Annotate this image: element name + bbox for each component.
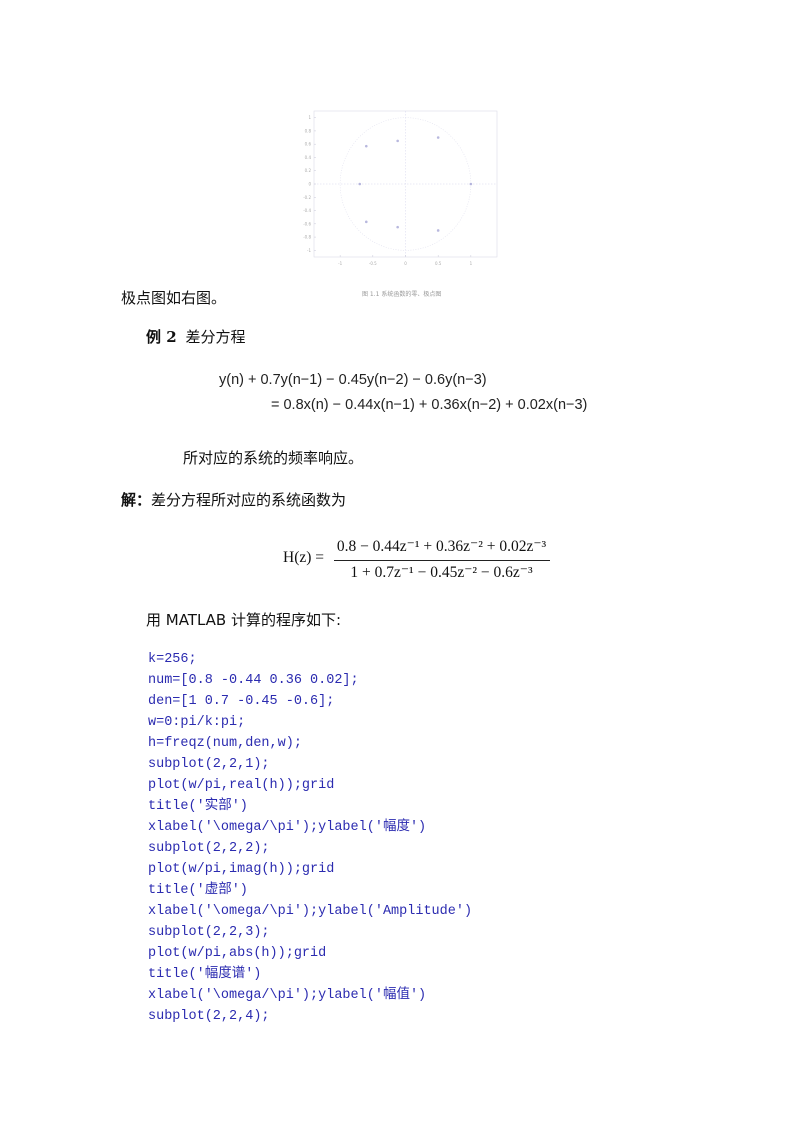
transfer-function-denominator: 1 + 0.7z⁻¹ − 0.45z⁻² − 0.6z⁻³ bbox=[350, 564, 533, 581]
x-tick-label: 0.5 bbox=[435, 261, 442, 266]
pole-zero-point bbox=[364, 144, 368, 148]
solution-line: 解：差分方程所对应的系统函数为 bbox=[121, 490, 346, 510]
code-line: title('幅度谱') bbox=[148, 967, 262, 982]
difference-equation-line-2: = 0.8x(n) − 0.44x(n−1) + 0.36x(n−2) + 0.… bbox=[271, 397, 588, 413]
x-tick-label: -1 bbox=[338, 261, 342, 266]
solution-text: 差分方程所对应的系统函数为 bbox=[151, 491, 347, 509]
paragraph-frequency-response: 所对应的系统的频率响应。 bbox=[183, 449, 364, 467]
code-line: title('虚部') bbox=[148, 883, 248, 898]
solution-label: 解： bbox=[121, 491, 152, 509]
code-line: h=freqz(num,den,w); bbox=[148, 736, 302, 751]
paragraph-matlab-intro: 用 MATLAB 计算的程序如下: bbox=[146, 611, 342, 629]
code-line: subplot(2,2,3); bbox=[148, 925, 270, 940]
code-line: xlabel('\omega/\pi');ylabel('幅度') bbox=[148, 820, 427, 835]
code-line: k=256; bbox=[148, 652, 197, 667]
fraction-bar bbox=[334, 560, 550, 561]
pole-zero-point bbox=[469, 182, 473, 186]
y-tick-label: 1 bbox=[308, 115, 311, 120]
x-tick-label: -0.5 bbox=[369, 261, 377, 266]
code-line: plot(w/pi,abs(h));grid bbox=[148, 946, 327, 961]
code-line: title('实部') bbox=[148, 799, 248, 814]
pole-zero-point bbox=[358, 182, 362, 186]
example-label: 例 2 bbox=[146, 328, 177, 346]
code-line: den=[1 0.7 -0.45 -0.6]; bbox=[148, 694, 335, 709]
pole-zero-plot: -1 -0.5 0 0.5 1 1 0.8 0.6 0.4 0.2 0 -0.2 -0.4 -0.6 -0.… bbox=[303, 110, 498, 266]
transfer-function-numerator: 0.8 − 0.44z⁻¹ + 0.36z⁻² + 0.02z⁻³ bbox=[336, 538, 547, 555]
y-tick-label: 0.4 bbox=[305, 155, 312, 160]
y-tick-label: -1 bbox=[307, 248, 311, 253]
code-line: w=0:pi/k:pi; bbox=[148, 715, 246, 730]
code-line: xlabel('\omega/\pi');ylabel('幅值') bbox=[148, 988, 427, 1003]
pole-zero-point bbox=[364, 220, 368, 224]
code-line: plot(w/pi,imag(h));grid bbox=[148, 862, 335, 877]
code-line: subplot(2,2,4); bbox=[148, 1009, 270, 1024]
y-tick-label: 0.8 bbox=[305, 128, 312, 133]
code-line: subplot(2,2,2); bbox=[148, 841, 270, 856]
pole-zero-point bbox=[396, 139, 399, 143]
y-tick-label: 0 bbox=[308, 182, 311, 187]
x-tick-label: 0 bbox=[404, 261, 407, 266]
y-tick-label: 0.2 bbox=[305, 168, 312, 173]
code-line: xlabel('\omega/\pi');ylabel('Amplitude') bbox=[148, 904, 473, 919]
x-tick-label: 1 bbox=[470, 261, 473, 266]
difference-equation-line-1: y(n) + 0.7y(n−1) − 0.45y(n−2) − 0.6y(n−3… bbox=[219, 372, 487, 388]
pole-zero-point bbox=[436, 136, 440, 139]
y-tick-label: -0.6 bbox=[303, 221, 311, 226]
pole-zero-point bbox=[396, 225, 399, 229]
pole-zero-point bbox=[436, 229, 440, 232]
code-line: plot(w/pi,real(h));grid bbox=[148, 778, 335, 793]
paragraph-pole-plot: 极点图如右图。 bbox=[121, 289, 227, 307]
example-heading: 例 2 差分方程 bbox=[146, 327, 245, 347]
example-title: 差分方程 bbox=[185, 328, 246, 346]
transfer-function-lhs: H(z) = bbox=[283, 549, 325, 566]
code-line: num=[0.8 -0.44 0.36 0.02]; bbox=[148, 673, 359, 688]
figure-caption: 图 1.1 系统函数的零、极点图 bbox=[362, 291, 442, 298]
y-tick-label: -0.4 bbox=[303, 208, 311, 213]
matlab-code-block: k=256; num=[0.8 -0.44 0.36 0.02]; den=[1 0… bbox=[148, 649, 472, 1027]
code-line: subplot(2,2,1); bbox=[148, 757, 270, 772]
y-tick-label: -0.2 bbox=[303, 195, 311, 200]
y-tick-label: 0.6 bbox=[305, 142, 312, 147]
y-tick-label: -0.8 bbox=[303, 235, 311, 240]
